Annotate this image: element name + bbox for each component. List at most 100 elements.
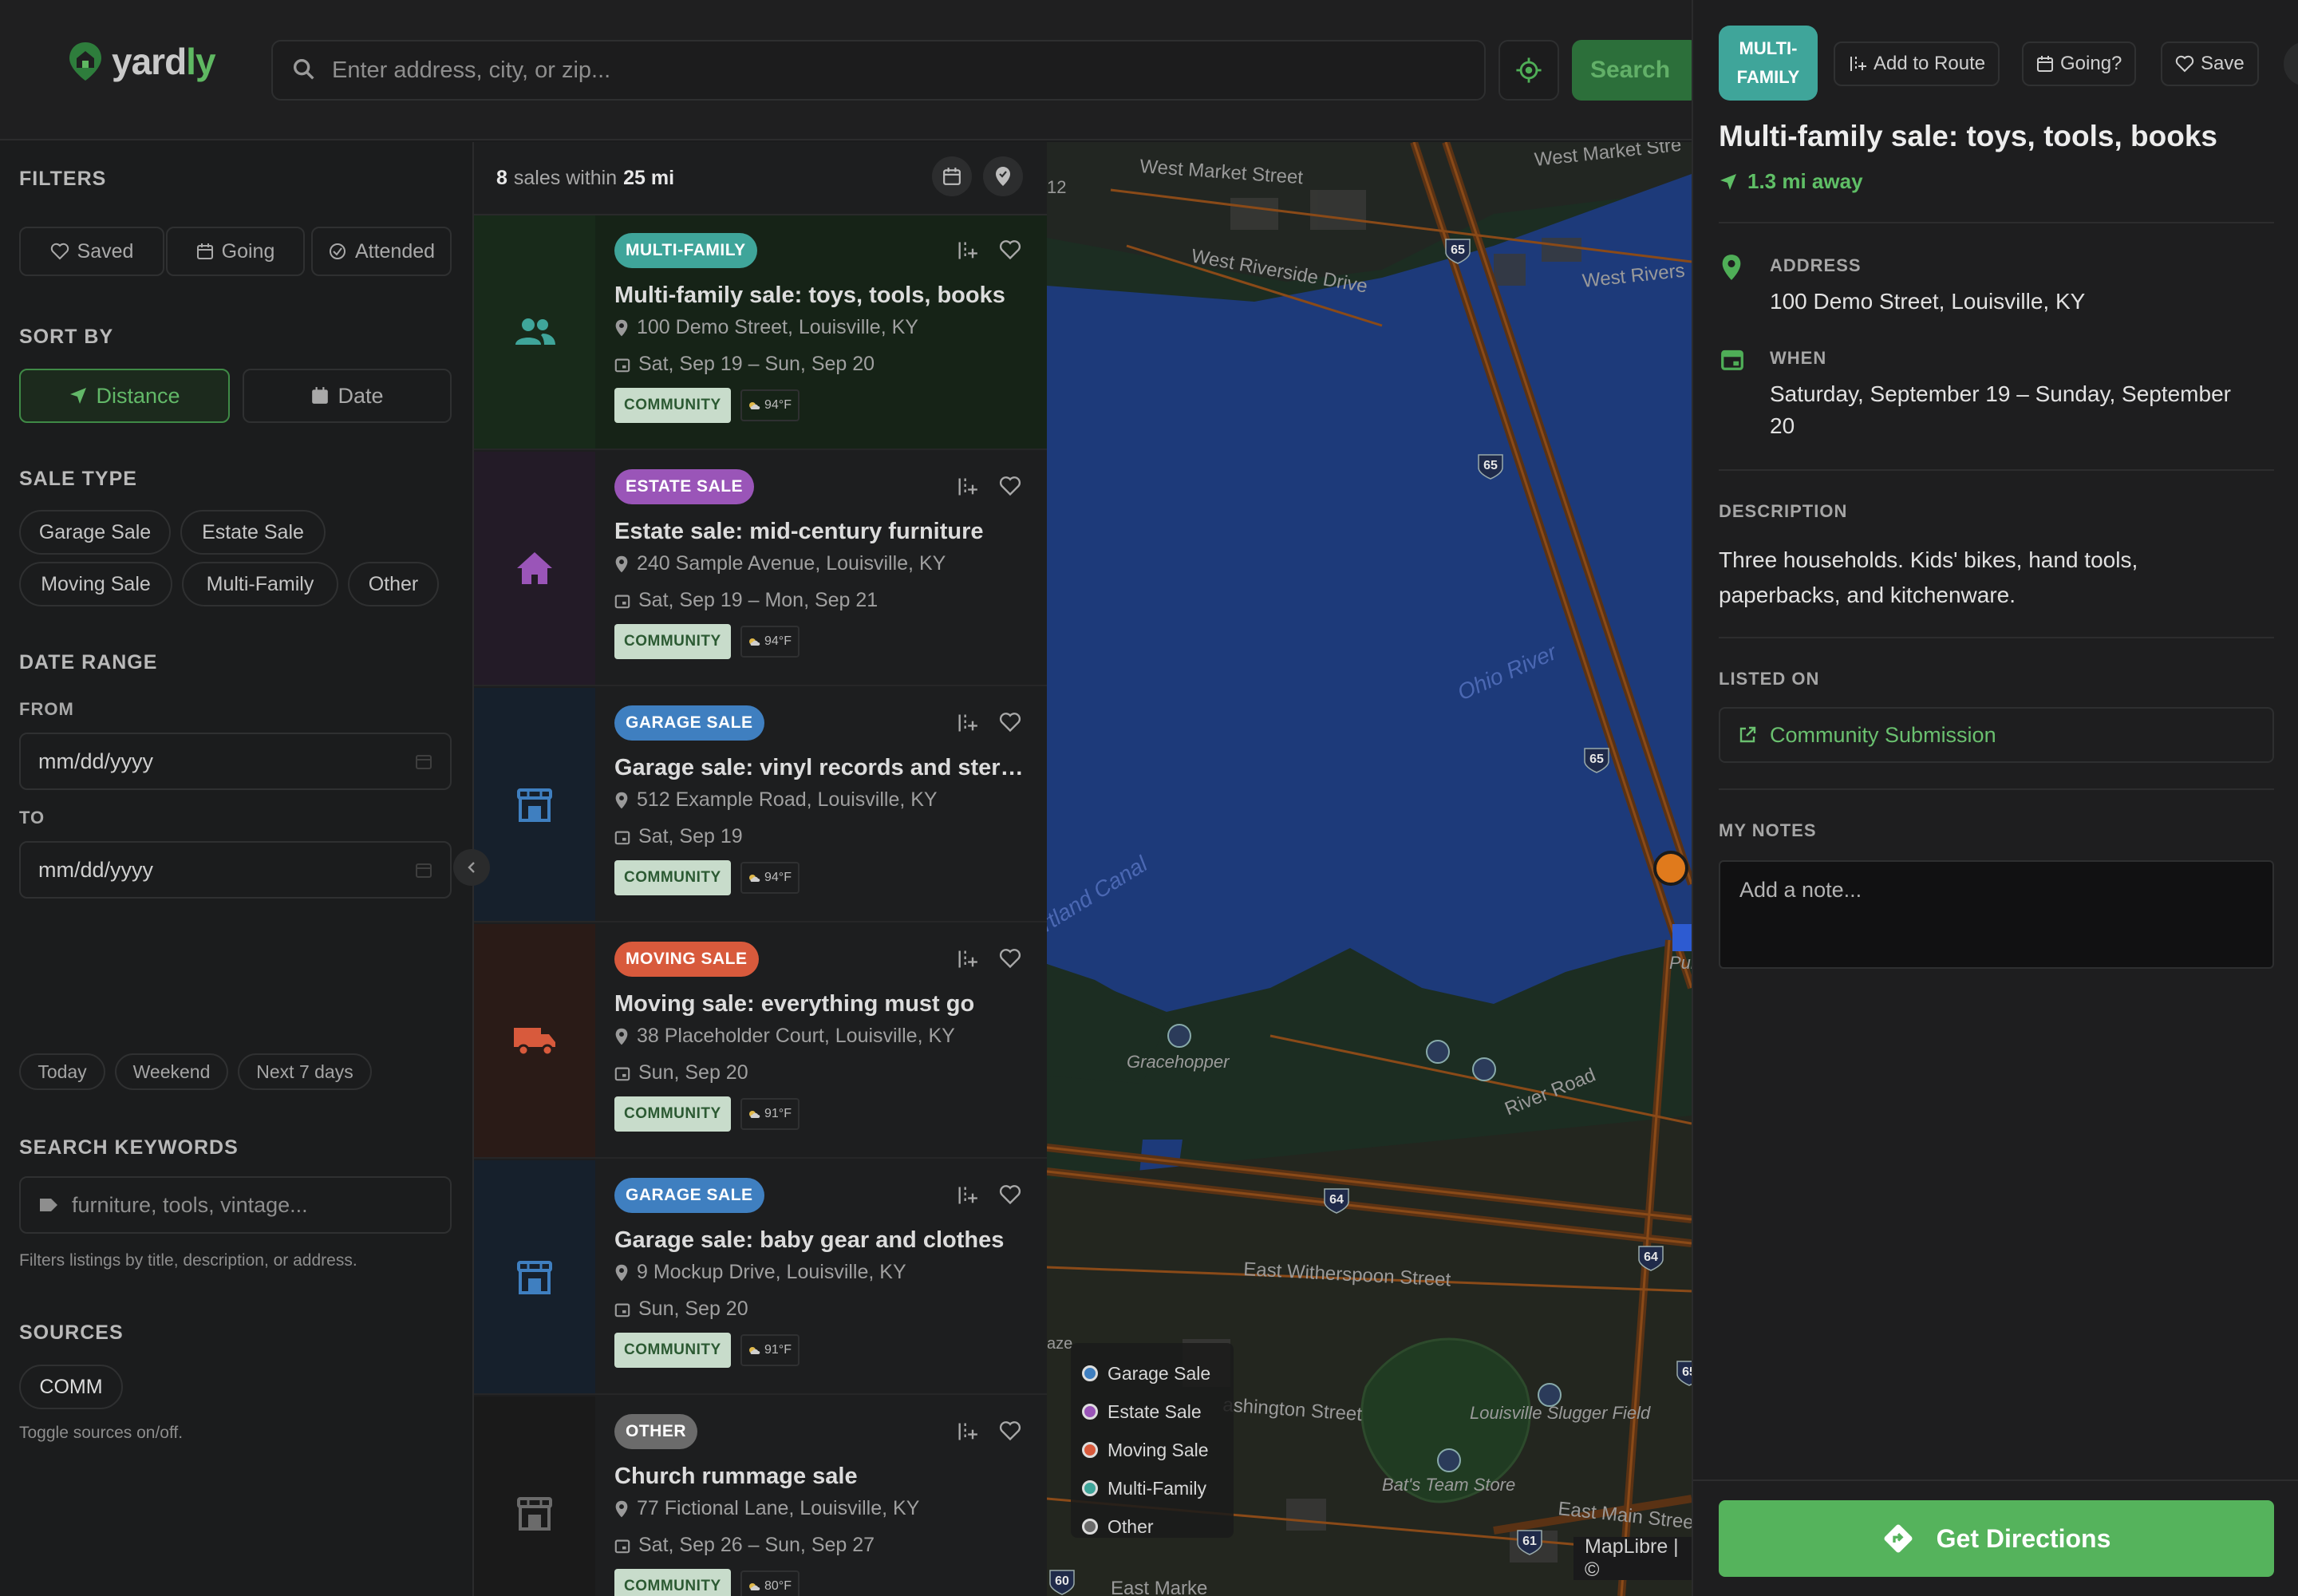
get-directions-button[interactable]: Get Directions	[1719, 1500, 2274, 1577]
svg-text:65: 65	[1483, 459, 1498, 472]
sale-type-garage[interactable]: Garage Sale	[19, 510, 171, 555]
sale-title[interactable]: Garage sale: baby gear and clothes	[614, 1227, 1029, 1254]
sale-card[interactable]: MOVING SALE Moving sale: everything must …	[474, 924, 1048, 1159]
sale-card[interactable]: GARAGE SALE Garage sale: baby gear and cl…	[474, 1160, 1048, 1395]
sale-type-estate[interactable]: Estate Sale	[180, 510, 326, 555]
pin-check-icon	[996, 167, 1010, 186]
sort-distance-button[interactable]: Distance	[19, 369, 230, 423]
going-filter-button[interactable]: Going	[166, 227, 305, 276]
search-button[interactable]: Search	[1572, 40, 1700, 101]
map-attribution[interactable]: MapLibre | ©	[1573, 1535, 1692, 1581]
from-date-input[interactable]: mm/dd/yyyy	[19, 733, 452, 790]
weather-temp: 80°F	[764, 1579, 792, 1593]
divider	[1719, 637, 2274, 638]
sale-dates: Sun, Sep 20	[638, 1061, 748, 1084]
shop-poi-icon[interactable]	[1437, 1448, 1461, 1472]
divider	[1719, 788, 2274, 790]
notes-textarea[interactable]	[1719, 860, 2274, 969]
add-to-route-button[interactable]	[956, 239, 978, 262]
add-to-route-icon[interactable]	[956, 239, 978, 262]
sale-card[interactable]: ESTATE SALE Estate sale: mid-century furn…	[474, 452, 1048, 686]
map-view[interactable]: 65 65 65 64 64 65 61 60 12 West Market S…	[1047, 142, 1692, 1596]
saved-filter-button[interactable]: Saved	[19, 227, 164, 276]
save-sale-button[interactable]	[999, 1184, 1021, 1205]
attended-filter-button[interactable]: Attended	[311, 227, 452, 276]
detail-address[interactable]: 100 Demo Street, Louisville, KY	[1770, 286, 2264, 318]
sale-title[interactable]: Moving sale: everything must go	[614, 991, 1029, 1017]
heart-icon[interactable]	[999, 948, 1021, 969]
stadium-poi-icon[interactable]	[1538, 1383, 1562, 1407]
add-to-route-button[interactable]	[956, 1184, 978, 1207]
accessibility-poi-icon[interactable]	[1426, 1040, 1450, 1064]
logo[interactable]: yardly	[67, 40, 216, 83]
sort-date-button[interactable]: Date	[243, 369, 452, 423]
preset-next-7-days[interactable]: Next 7 days	[238, 1053, 372, 1090]
sale-type-other[interactable]: Other	[348, 562, 439, 606]
location-pin-icon	[615, 792, 628, 808]
search-input[interactable]	[332, 41, 1449, 99]
sale-card[interactable]: GARAGE SALE Garage sale: vinyl records an…	[474, 688, 1048, 922]
gallery-poi-icon[interactable]	[1167, 1024, 1191, 1048]
save-sale-button[interactable]	[999, 712, 1021, 733]
results-mid-text: sales within	[513, 166, 618, 189]
description-label: DESCRIPTION	[1719, 501, 1848, 521]
add-to-route-button[interactable]: Add to Route	[1834, 41, 2000, 86]
route-add-icon	[1850, 57, 1866, 71]
filters-sidebar: FILTERS Saved Going Attended SORT BY Dis…	[0, 142, 471, 1596]
add-to-route-icon[interactable]	[956, 1420, 978, 1443]
sale-title[interactable]: Multi-family sale: toys, tools, books	[614, 282, 1029, 309]
source-badge: COMMUNITY	[614, 1333, 731, 1368]
to-date-input[interactable]: mm/dd/yyyy	[19, 841, 452, 899]
save-sale-button[interactable]	[999, 948, 1021, 969]
add-to-route-button[interactable]	[956, 948, 978, 970]
collapse-sidebar-button[interactable]	[453, 849, 490, 886]
sale-type-moving[interactable]: Moving Sale	[19, 562, 172, 606]
to-label: TO	[19, 808, 45, 828]
sale-card[interactable]: MULTI-FAMILY Multi-family sale: toys, too…	[474, 215, 1048, 450]
heart-icon[interactable]	[999, 239, 1021, 260]
preset-weekend[interactable]: Weekend	[115, 1053, 228, 1090]
add-to-route-button[interactable]	[956, 1420, 978, 1443]
add-to-route-icon[interactable]	[956, 712, 978, 734]
sale-card[interactable]: OTHER Church rummage sale 77 Fictional Lan…	[474, 1396, 1048, 1596]
add-to-route-button[interactable]	[956, 712, 978, 734]
listed-on-link[interactable]: Community Submission	[1719, 707, 2274, 763]
preset-today[interactable]: Today	[19, 1053, 105, 1090]
keywords-input[interactable]: furniture, tools, vintage...	[19, 1176, 452, 1234]
save-sale-button[interactable]	[999, 476, 1021, 496]
map-pin-filter-button[interactable]	[983, 156, 1023, 196]
locate-me-button[interactable]	[1498, 40, 1559, 101]
heart-icon[interactable]	[999, 1420, 1021, 1441]
add-to-route-icon[interactable]	[956, 948, 978, 970]
weather-temp: 91°F	[764, 1107, 792, 1120]
weather-badge: 91°F	[740, 1098, 800, 1130]
search-bar[interactable]	[271, 40, 1486, 101]
calendar-view-button[interactable]	[932, 156, 972, 196]
sale-title[interactable]: Church rummage sale	[614, 1464, 1029, 1490]
heart-icon[interactable]	[999, 712, 1021, 733]
add-to-route-button[interactable]	[956, 476, 978, 498]
sale-type-multi-family[interactable]: Multi-Family	[182, 562, 338, 606]
going-button[interactable]: Going?	[2022, 41, 2137, 86]
source-badge: COMMUNITY	[614, 624, 731, 659]
close-panel-button[interactable]	[2284, 41, 2298, 86]
add-to-route-icon[interactable]	[956, 476, 978, 498]
sale-title[interactable]: Garage sale: vinyl records and stereo ge…	[614, 755, 1029, 781]
save-label: Save	[2201, 53, 2245, 74]
restroom-poi-icon[interactable]	[1472, 1057, 1496, 1081]
selected-sale-marker[interactable]	[1653, 851, 1688, 886]
divider	[1693, 1479, 2298, 1481]
sale-type-badge: GARAGE SALE	[614, 705, 764, 741]
heart-icon[interactable]	[999, 476, 1021, 496]
heart-icon[interactable]	[999, 1184, 1021, 1205]
save-sale-button[interactable]	[999, 239, 1021, 260]
source-comm-toggle[interactable]: COMM	[19, 1365, 123, 1409]
save-button[interactable]: Save	[2161, 41, 2259, 86]
parking-poi-icon[interactable]	[1672, 924, 1692, 951]
crosshair-icon	[1516, 57, 1542, 83]
add-to-route-icon[interactable]	[956, 1184, 978, 1207]
location-pin-icon	[1722, 255, 1741, 280]
my-notes-label: MY NOTES	[1719, 820, 1817, 840]
save-sale-button[interactable]	[999, 1420, 1021, 1441]
sale-title[interactable]: Estate sale: mid-century furniture	[614, 519, 1029, 545]
